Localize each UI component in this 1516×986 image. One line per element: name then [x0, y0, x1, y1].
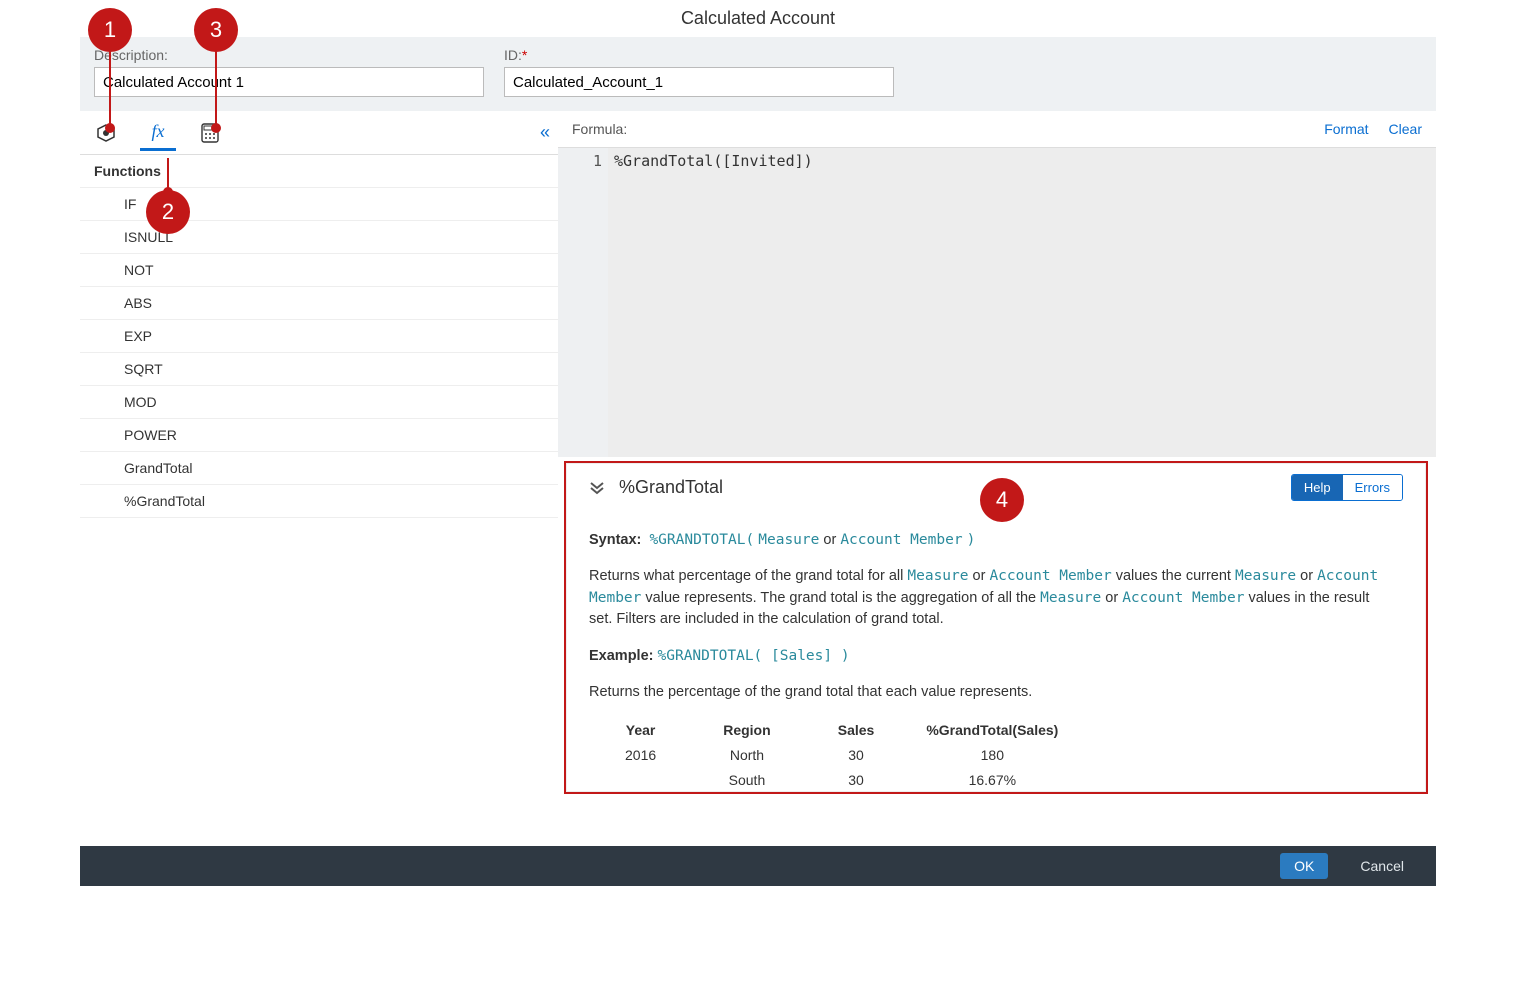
dialog-title: Calculated Account	[80, 0, 1436, 37]
list-item[interactable]: POWER	[80, 419, 558, 452]
chevron-down-icon[interactable]	[589, 480, 605, 496]
annotation-badge-3: 3	[194, 8, 238, 52]
ok-button[interactable]: OK	[1280, 853, 1328, 879]
cancel-button[interactable]: Cancel	[1346, 853, 1418, 879]
help-example-table: Year Region Sales %GrandTotal(Sales) 201…	[599, 718, 1084, 785]
list-item[interactable]: MOD	[80, 386, 558, 419]
members-tab-icon[interactable]	[88, 115, 124, 151]
table-row: South3016.67%	[599, 768, 1084, 785]
description-input[interactable]	[94, 67, 484, 97]
help-function-name: %GrandTotal	[619, 477, 723, 498]
help-content: Syntax: %GRANDTOTAL( Measure or Account …	[589, 515, 1403, 785]
format-link[interactable]: Format	[1324, 121, 1368, 137]
annotation-badge-2: 2	[146, 190, 190, 234]
errors-tab[interactable]: Errors	[1343, 475, 1402, 500]
list-item[interactable]: %GrandTotal	[80, 485, 558, 518]
help-tab[interactable]: Help	[1292, 475, 1343, 500]
description-label: Description:	[94, 47, 484, 63]
list-item[interactable]: SQRT	[80, 353, 558, 386]
formula-editor[interactable]: 1 %GrandTotal([Invited])	[558, 147, 1436, 457]
list-item[interactable]: GrandTotal	[80, 452, 558, 485]
formula-label: Formula:	[572, 121, 627, 137]
collapse-sidebar-icon[interactable]: «	[540, 122, 550, 143]
editor-code[interactable]: %GrandTotal([Invited])	[608, 148, 1436, 457]
annotation-badge-4: 4	[980, 478, 1024, 522]
id-input[interactable]	[504, 67, 894, 97]
calculator-tab-icon[interactable]	[192, 115, 228, 151]
clear-link[interactable]: Clear	[1389, 121, 1422, 137]
functions-tab-icon[interactable]: fx	[140, 115, 176, 151]
id-label: ID:*	[504, 47, 894, 63]
annotation-badge-1: 1	[88, 8, 132, 52]
table-row: 2016North30180	[599, 743, 1084, 768]
list-item[interactable]: ABS	[80, 287, 558, 320]
functions-header: Functions	[80, 155, 558, 188]
list-item[interactable]: EXP	[80, 320, 558, 353]
editor-gutter: 1	[558, 148, 608, 457]
list-item[interactable]: NOT	[80, 254, 558, 287]
functions-list: IF ISNULL NOT ABS EXP SQRT MOD POWER Gra…	[80, 188, 558, 846]
